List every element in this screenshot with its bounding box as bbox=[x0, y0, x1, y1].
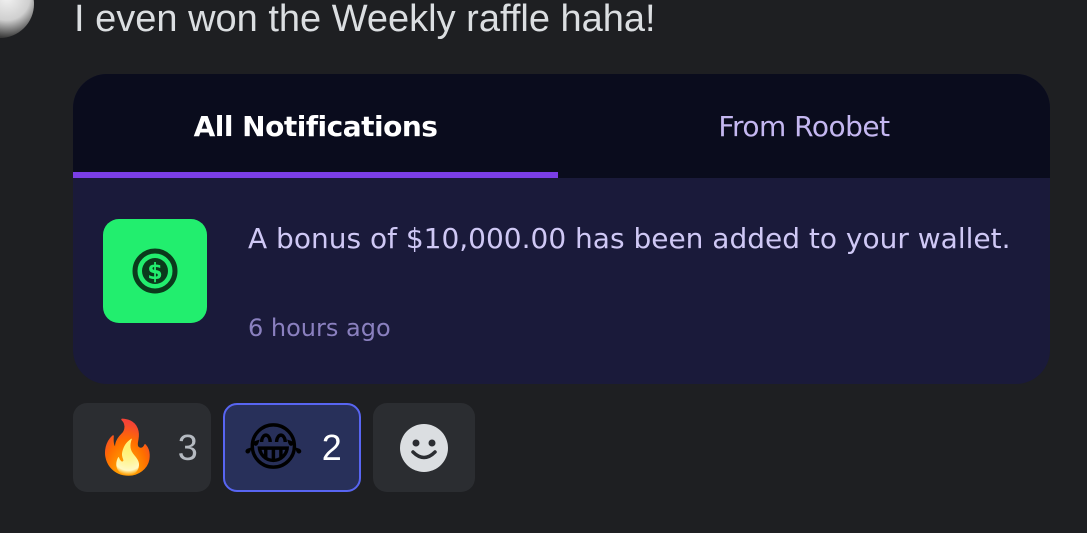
notification-timestamp: 6 hours ago bbox=[248, 314, 391, 342]
svg-text:$: $ bbox=[147, 260, 162, 285]
tab-from-roobet[interactable]: From Roobet bbox=[558, 74, 1050, 178]
reaction-count: 2 bbox=[321, 426, 342, 468]
add-reaction-button[interactable] bbox=[373, 403, 475, 492]
reaction-laughing[interactable]: 😂 2 bbox=[223, 403, 361, 492]
message-text: I even won the Weekly raffle haha! bbox=[74, 0, 656, 40]
active-tab-indicator bbox=[73, 172, 558, 178]
avatar[interactable] bbox=[0, 0, 34, 38]
reaction-fire[interactable]: 🔥 3 bbox=[73, 403, 211, 492]
notification-message: A bonus of $10,000.00 has been added to … bbox=[248, 222, 1011, 255]
notifications-screenshot: All Notifications From Roobet $ A bonus … bbox=[73, 74, 1050, 384]
reaction-count: 3 bbox=[177, 426, 198, 468]
fire-emoji-icon: 🔥 bbox=[95, 418, 160, 477]
tears-of-joy-emoji-icon: 😂 bbox=[243, 418, 304, 477]
smiley-face-icon bbox=[400, 423, 448, 472]
notifications-tabs: All Notifications From Roobet bbox=[73, 74, 1050, 178]
tab-all-notifications[interactable]: All Notifications bbox=[73, 74, 558, 178]
dollar-coin-icon: $ bbox=[103, 219, 207, 323]
chat-message: I even won the Weekly raffle haha! All N… bbox=[0, 0, 1087, 533]
